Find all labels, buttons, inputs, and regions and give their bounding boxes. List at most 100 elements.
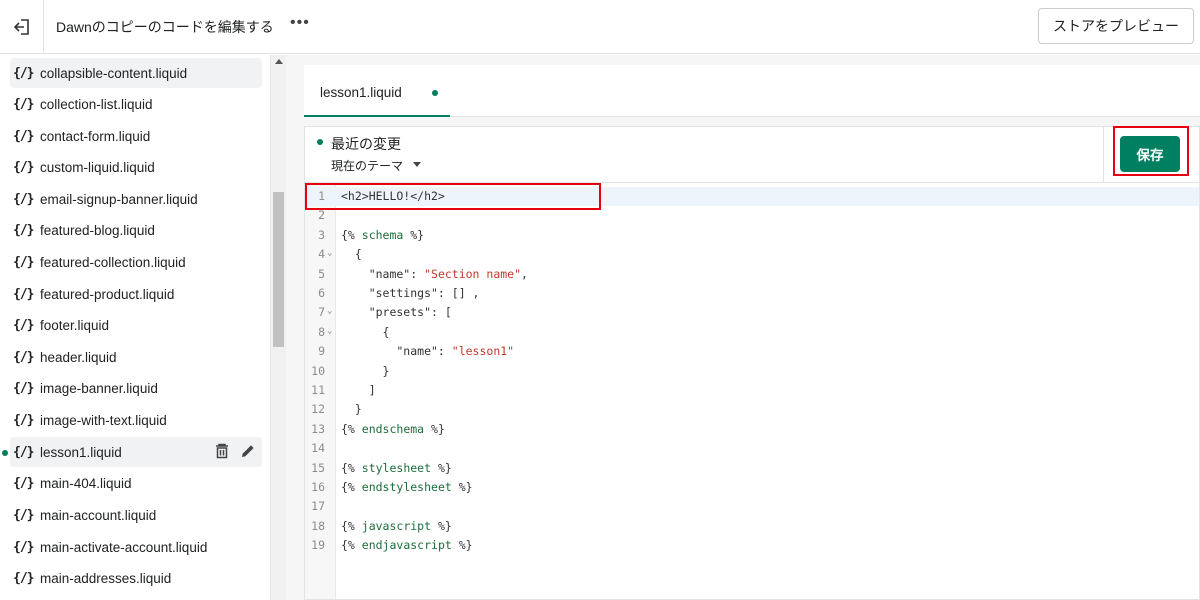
file-item-lesson1[interactable]: {/} lesson1.liquid <box>10 437 262 467</box>
line-number: 11 <box>311 383 325 397</box>
save-highlight-box <box>1113 126 1189 176</box>
code-line[interactable]: 12 } <box>305 400 1199 419</box>
file-item[interactable]: {/} main-activate-account.liquid <box>10 532 262 562</box>
code-line[interactable]: 17 <box>305 497 1199 516</box>
editor-area: lesson1.liquid 最近の変更 現在のテーマ 保存 1 <h2>HELL… <box>286 55 1200 600</box>
liquid-file-icon: {/} <box>13 539 34 555</box>
code-line[interactable]: 4 ⌄ { <box>305 245 1199 264</box>
file-name: custom-liquid.liquid <box>40 159 155 175</box>
file-item[interactable]: {/} contact-form.liquid <box>10 121 262 151</box>
line-number: 5 <box>318 266 325 281</box>
liquid-file-icon: {/} <box>13 444 34 460</box>
file-item[interactable]: {/} custom-liquid.liquid <box>10 152 262 182</box>
code-text: {% endjavascript %} <box>341 538 473 553</box>
liquid-file-icon: {/} <box>13 475 34 491</box>
file-item[interactable]: {/} featured-collection.liquid <box>10 247 262 277</box>
modified-indicator <box>2 450 8 456</box>
liquid-file-icon: {/} <box>13 65 34 81</box>
file-item[interactable]: {/} collection-list.liquid <box>10 89 262 119</box>
file-name: featured-blog.liquid <box>40 222 155 238</box>
liquid-file-icon: {/} <box>13 349 34 365</box>
scrollbar-thumb[interactable] <box>273 192 284 347</box>
file-name: footer.liquid <box>40 317 110 333</box>
preview-store-button[interactable]: ストアをプレビュー <box>1038 8 1194 44</box>
file-name: main-account.liquid <box>40 507 157 523</box>
fold-chevron-icon[interactable]: ⌄ <box>327 326 332 336</box>
liquid-file-icon: {/} <box>13 412 34 428</box>
code-line[interactable]: 8 ⌄ { <box>305 323 1199 342</box>
file-item[interactable]: {/} email-signup-banner.liquid <box>10 184 262 214</box>
file-name: featured-product.liquid <box>40 286 175 302</box>
liquid-file-icon: {/} <box>13 191 34 207</box>
unsaved-indicator <box>432 90 438 96</box>
liquid-file-icon: {/} <box>13 128 34 144</box>
top-bar: Dawnのコピーのコードを編集する ••• ストアをプレビュー <box>0 0 1200 54</box>
file-item[interactable]: {/} main-404.liquid <box>10 468 262 498</box>
code-text: "presets": [ <box>341 305 452 320</box>
code-line[interactable]: 5 "name": "Section name", <box>305 265 1199 284</box>
liquid-file-icon: {/} <box>13 222 34 238</box>
code-line[interactable]: 13 {% endschema %} <box>305 420 1199 439</box>
line-number: 17 <box>311 499 325 514</box>
file-name: main-activate-account.liquid <box>40 539 208 555</box>
file-name: header.liquid <box>40 349 117 365</box>
code-line[interactable]: 3 {% schema %} <box>305 226 1199 245</box>
liquid-file-icon: {/} <box>13 507 34 523</box>
code-line[interactable]: 19 {% endjavascript %} <box>305 536 1199 555</box>
file-item[interactable]: {/} image-with-text.liquid <box>10 405 262 435</box>
code-text: { <box>341 324 390 339</box>
code-line[interactable]: 15 {% stylesheet %} <box>305 459 1199 478</box>
code-line[interactable]: 7 ⌄ "presets": [ <box>305 303 1199 322</box>
code-text: "name": "Section name", <box>341 266 528 281</box>
fold-chevron-icon[interactable]: ⌄ <box>327 248 332 258</box>
code-line[interactable]: 10 } <box>305 362 1199 381</box>
file-name: image-with-text.liquid <box>40 412 167 428</box>
edit-icon[interactable] <box>240 443 256 459</box>
file-item[interactable]: {/} main-addresses.liquid <box>10 563 262 593</box>
file-item[interactable]: {/} featured-blog.liquid <box>10 215 262 245</box>
code-line[interactable]: 6 "settings": [] , <box>305 284 1199 303</box>
sidebar-scrollbar[interactable] <box>270 55 286 600</box>
code-line[interactable]: 11 ] <box>305 381 1199 400</box>
code-editor[interactable]: 1 <h2>HELLO!</h2> 2 3 {% schema %} 4 ⌄ {5 "nam… <box>305 183 1199 599</box>
scroll-up-icon[interactable] <box>275 59 283 64</box>
code-text: {% endstylesheet %} <box>341 480 473 494</box>
fold-chevron-icon[interactable]: ⌄ <box>327 306 332 316</box>
line-number: 10 <box>311 363 325 378</box>
file-item[interactable]: {/} footer.liquid <box>10 310 262 340</box>
file-item[interactable]: {/} collapsible-content.liquid <box>10 58 262 88</box>
exit-button[interactable] <box>0 0 44 54</box>
delete-icon[interactable] <box>214 443 230 459</box>
code-line[interactable]: 14 <box>305 439 1199 458</box>
line-number: 9 <box>318 344 325 359</box>
theme-select[interactable]: 現在のテーマ <box>331 157 403 174</box>
code-line[interactable]: 16 {% endstylesheet %} <box>305 478 1199 497</box>
code-line[interactable]: 9 "name": "lesson1" <box>305 342 1199 361</box>
caret-down-icon[interactable] <box>413 162 421 167</box>
line-number: 18 <box>311 518 325 533</box>
line-number: 16 <box>311 480 325 494</box>
line1-highlight-box <box>305 183 601 210</box>
page-title: Dawnのコピーのコードを編集する <box>56 19 274 35</box>
code-text: {% endschema %} <box>341 421 445 436</box>
line-number: 3 <box>318 227 325 242</box>
line-number: 7 <box>318 305 325 320</box>
liquid-file-icon: {/} <box>13 317 34 333</box>
file-name: collection-list.liquid <box>40 96 153 112</box>
file-name: image-banner.liquid <box>40 380 158 396</box>
file-item[interactable]: {/} image-banner.liquid <box>10 373 262 403</box>
code-text: {% stylesheet %} <box>341 460 452 475</box>
line-number: 12 <box>311 402 325 417</box>
code-line[interactable]: 18 {% javascript %} <box>305 517 1199 536</box>
file-item[interactable]: {/} main-account.liquid <box>10 500 262 530</box>
file-sidebar: {/} collapsible-content.liquid {/} colle… <box>0 55 270 600</box>
tab-lesson1[interactable]: lesson1.liquid <box>304 65 450 117</box>
more-actions-button[interactable]: ••• <box>290 14 310 32</box>
liquid-file-icon: {/} <box>13 380 34 396</box>
recent-changes-label: 最近の変更 <box>331 136 401 152</box>
liquid-file-icon: {/} <box>13 286 34 302</box>
file-item[interactable]: {/} featured-product.liquid <box>10 279 262 309</box>
tab-label: lesson1.liquid <box>320 85 402 100</box>
file-item[interactable]: {/} header.liquid <box>10 342 262 372</box>
code-text: } <box>341 363 390 378</box>
